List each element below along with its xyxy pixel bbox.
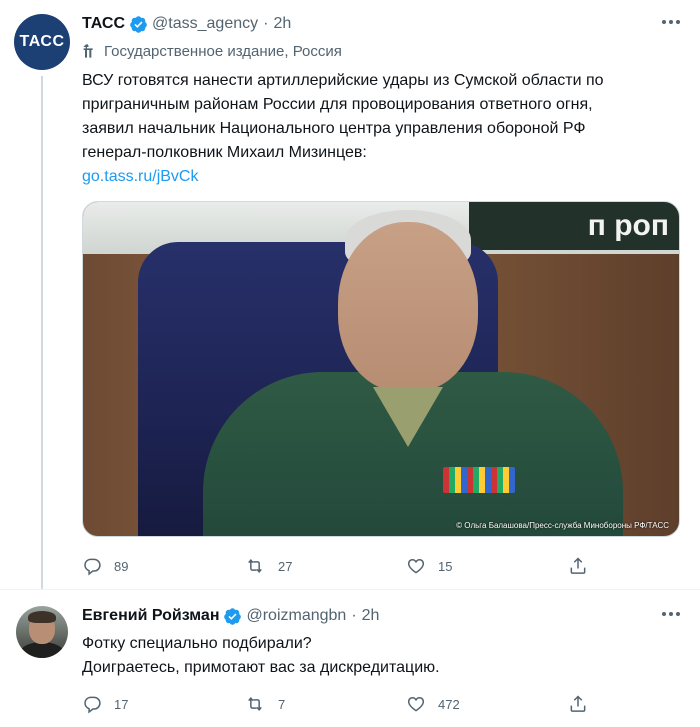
avatar-roizman[interactable] xyxy=(16,606,68,658)
share-icon xyxy=(570,695,586,712)
verified-badge-icon xyxy=(223,607,242,626)
thread-line xyxy=(41,76,43,589)
more-icon[interactable] xyxy=(658,12,684,32)
author-name[interactable]: ТАСС xyxy=(82,15,125,33)
share-button[interactable] xyxy=(568,556,608,576)
more-icon[interactable] xyxy=(658,604,684,624)
photo-credit: © Ольга Балашова/Пресс-служба Минобороны… xyxy=(456,521,669,530)
share-icon xyxy=(570,557,586,574)
tweet-text-line: ВСУ готовятся нанести артиллерийские уда… xyxy=(82,72,604,89)
photo-sign: п роп xyxy=(469,202,679,250)
like-button[interactable]: 472 xyxy=(406,694,568,714)
retweet-button[interactable]: 7 xyxy=(244,694,406,714)
verified-badge-icon xyxy=(129,15,148,34)
tweet-time[interactable]: 2h xyxy=(273,15,291,33)
photo-medals xyxy=(443,467,515,493)
retweet-icon xyxy=(248,558,262,574)
like-button[interactable]: 15 xyxy=(406,556,568,576)
photo-face xyxy=(338,222,478,392)
tweet-text-line: приграничным районам России для провоцир… xyxy=(82,96,593,113)
avatar-tass-logo-text: ТАСС xyxy=(19,33,65,50)
government-label-text: Государственное издание, Россия xyxy=(104,42,342,60)
tweet-text-line: заявил начальник Национального центра уп… xyxy=(82,120,586,137)
tweet-actions: 17 7 472 xyxy=(82,694,608,714)
separator-dot: · xyxy=(351,607,357,624)
retweet-count: 7 xyxy=(278,696,286,712)
separator-dot: · xyxy=(263,15,269,32)
reply-button[interactable]: 89 xyxy=(82,556,244,576)
tweet-text-line: генерал-полковник Михаил Мизинцев: xyxy=(82,144,367,161)
retweet-button[interactable]: 27 xyxy=(244,556,406,576)
reply-button[interactable]: 17 xyxy=(82,694,244,714)
tweet-link[interactable]: go.tass.ru/jBvCk xyxy=(82,165,684,189)
tweet-header: Евгений Ройзман @roizmangbn · 2h xyxy=(82,604,684,628)
like-icon xyxy=(407,558,425,574)
tweet-text: ВСУ готовятся нанести артиллерийские уда… xyxy=(82,69,684,189)
retweet-count: 27 xyxy=(278,558,293,574)
government-label-icon xyxy=(83,44,93,58)
reply-count: 17 xyxy=(114,696,129,712)
share-button[interactable] xyxy=(568,694,608,714)
reply-count: 89 xyxy=(114,558,129,574)
author-name[interactable]: Евгений Ройзман xyxy=(82,607,219,625)
avatar-tass[interactable]: ТАСС xyxy=(14,14,70,70)
tweet-roizman[interactable]: Евгений Ройзман @roizmangbn · 2h Фотку с… xyxy=(0,590,700,727)
tweet-text-line: Фотку специально подбирали? xyxy=(82,635,312,652)
tweet-actions: 89 27 15 xyxy=(82,556,608,576)
like-count: 15 xyxy=(438,558,453,574)
author-handle[interactable]: @roizmangbn xyxy=(246,607,346,625)
like-count: 472 xyxy=(438,696,460,712)
reply-icon xyxy=(84,696,101,714)
tweet-header: ТАСС @tass_agency · 2h xyxy=(82,12,684,36)
like-icon xyxy=(407,696,425,712)
tweet-photo[interactable]: п роп © Ольга Балашова/Пресс-служба Мино… xyxy=(82,201,680,537)
tweet-text: Фотку специально подбирали? Доиграетесь,… xyxy=(82,632,684,680)
tweet-text-line: Доиграетесь, примотают вас за дискредита… xyxy=(82,659,440,676)
government-label[interactable]: Государственное издание, Россия xyxy=(82,41,684,61)
retweet-icon xyxy=(248,696,262,712)
tweet-time[interactable]: 2h xyxy=(362,607,380,625)
author-handle[interactable]: @tass_agency xyxy=(152,15,258,33)
reply-icon xyxy=(84,558,101,576)
tweet-tass[interactable]: ТАСС ТАСС @tass_agency · 2h Государствен… xyxy=(0,0,700,589)
